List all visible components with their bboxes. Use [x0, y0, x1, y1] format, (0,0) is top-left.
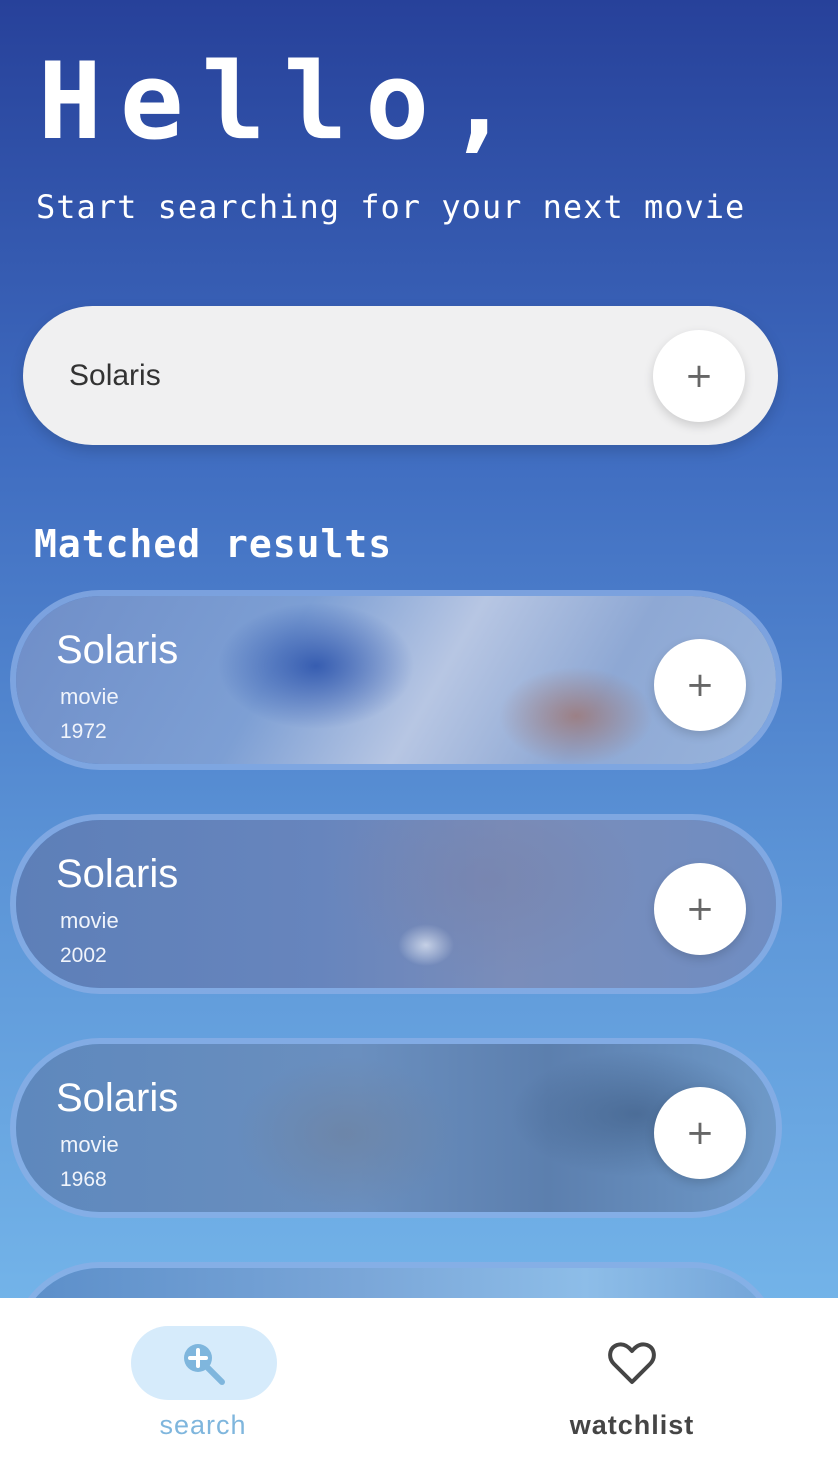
result-year: 1968 — [60, 1168, 107, 1191]
result-title: Solaris — [56, 1076, 179, 1120]
result-title: Solaris — [56, 628, 179, 672]
result-year: 1972 — [60, 720, 107, 743]
result-card[interactable] — [10, 1262, 782, 1298]
result-card[interactable]: Solaris movie 1972 + — [10, 590, 782, 770]
nav-label-search: search — [159, 1410, 247, 1440]
search-plus-icon — [184, 1344, 225, 1385]
nav-item-search[interactable]: search — [93, 1298, 313, 1474]
poster-backdrop — [16, 1268, 776, 1298]
result-title: Solaris — [56, 852, 179, 896]
add-to-watchlist-button[interactable]: + — [654, 863, 746, 955]
bottom-navigation: search watchlist — [0, 1298, 838, 1474]
result-type: movie — [60, 1132, 119, 1157]
nav-item-watchlist[interactable]: watchlist — [522, 1298, 742, 1474]
result-year: 2002 — [60, 944, 107, 967]
result-type: movie — [60, 684, 119, 709]
add-to-watchlist-button[interactable]: + — [654, 1087, 746, 1179]
plus-icon: + — [685, 889, 715, 929]
result-card[interactable]: Solaris movie 2002 + — [10, 814, 782, 994]
add-to-watchlist-button[interactable]: + — [654, 639, 746, 731]
result-card[interactable]: Solaris movie 1968 + — [10, 1038, 782, 1218]
results-list[interactable]: Solaris movie 1972 + Solaris movie 2002 … — [0, 0, 838, 1298]
plus-icon: + — [685, 665, 715, 705]
nav-label-watchlist: watchlist — [569, 1410, 695, 1440]
plus-icon: + — [685, 1113, 715, 1153]
result-type: movie — [60, 908, 119, 933]
heart-icon — [608, 1342, 656, 1384]
